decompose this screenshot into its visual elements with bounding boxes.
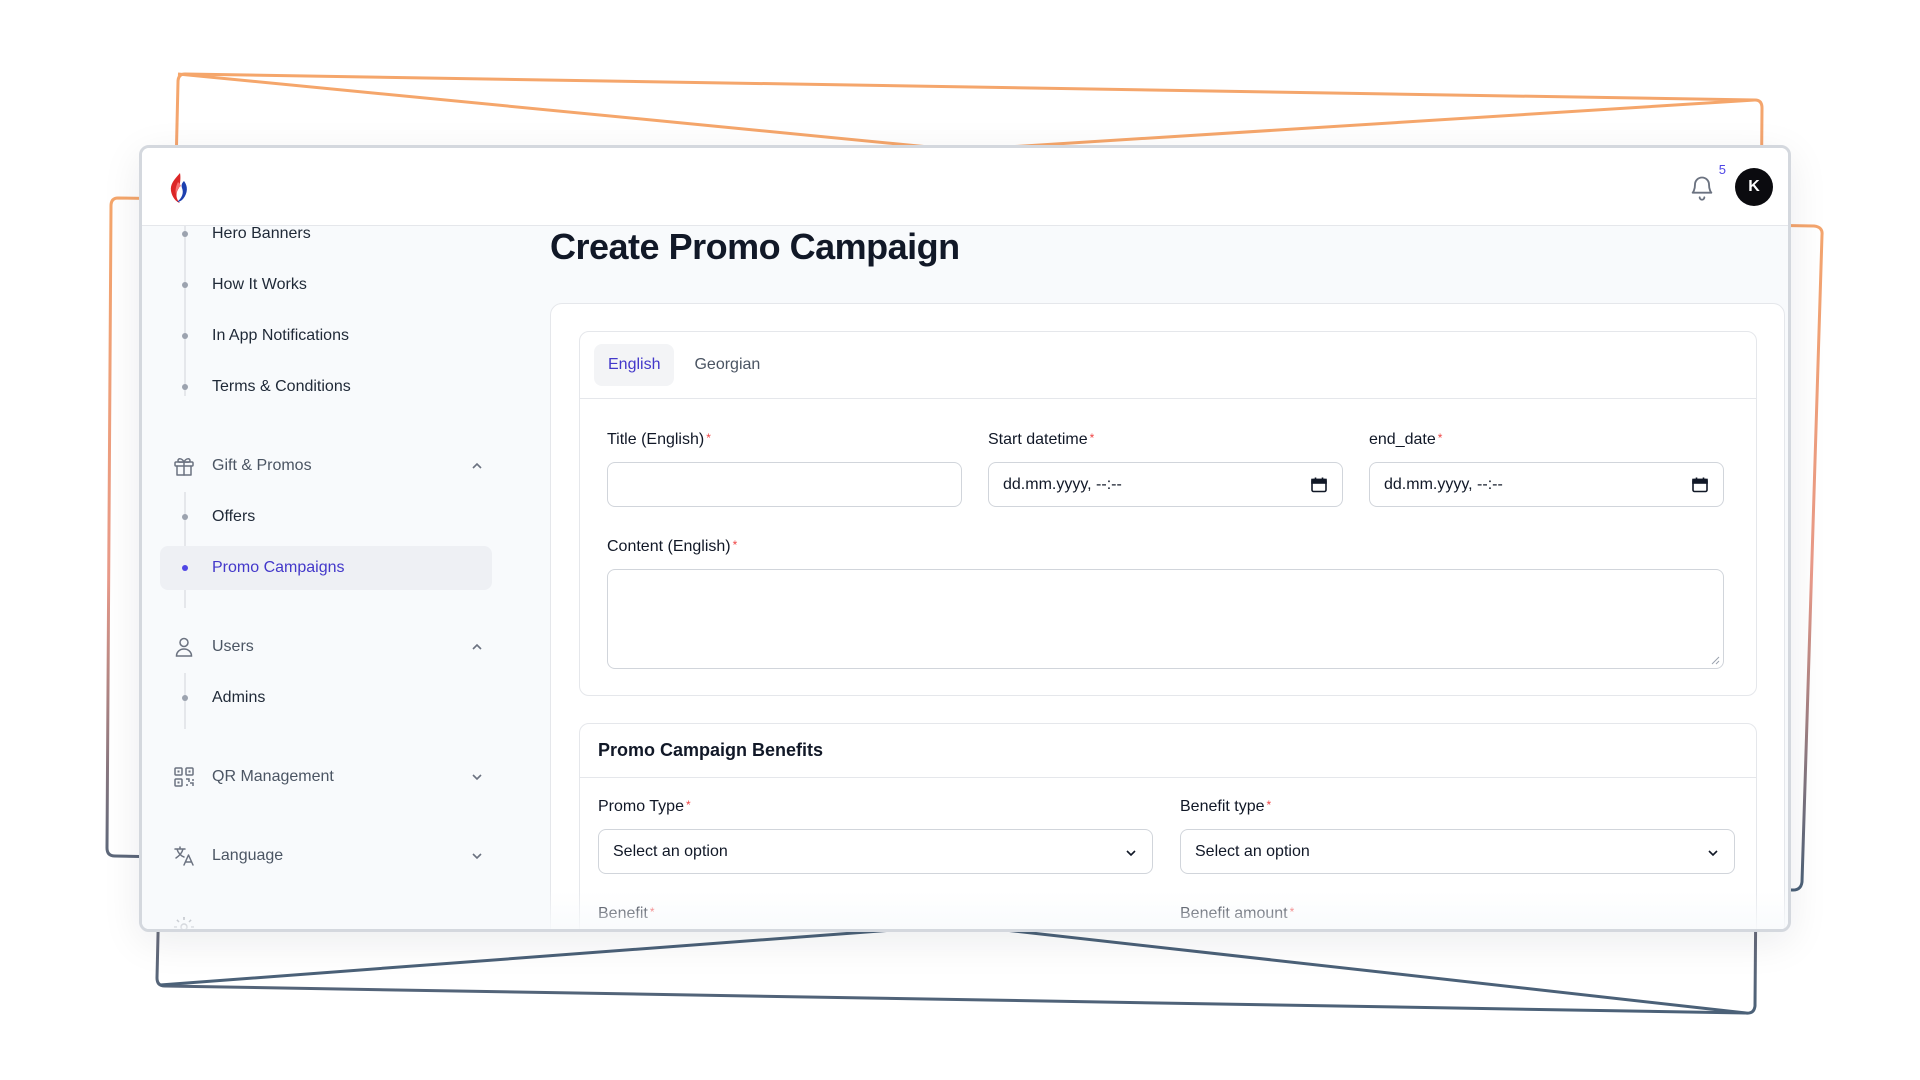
sidebar-group-users[interactable]: Users — [160, 625, 492, 669]
required-mark: * — [1266, 798, 1272, 812]
sidebar-item-label: How It Works — [212, 276, 307, 293]
sidebar-item-how-it-works[interactable]: How It Works — [160, 263, 492, 307]
chevron-down-icon — [472, 853, 482, 860]
content-field-label: Content (English) * — [607, 538, 737, 556]
sidebar-group-label: QR Management — [212, 768, 334, 785]
datetime-placeholder: dd.mm.yyyy, --:-- — [1003, 475, 1122, 493]
form-card: English Georgian Title (English) * Start … — [550, 303, 1785, 929]
sidebar-item-admins[interactable]: Admins — [160, 676, 492, 720]
benefit-label: Benefit * — [598, 905, 654, 923]
start-datetime-input[interactable]: dd.mm.yyyy, --:-- — [988, 462, 1343, 507]
benefits-card: Promo Campaign Benefits Promo Type * Sele… — [579, 723, 1757, 929]
sidebar-item-hero-banners[interactable]: Hero Banners — [160, 212, 492, 256]
user-avatar[interactable]: K — [1735, 168, 1773, 206]
datetime-placeholder: dd.mm.yyyy, --:-- — [1384, 475, 1503, 493]
bullet-dot — [182, 514, 188, 520]
bullet-dot — [182, 695, 188, 701]
bullet-dot — [182, 384, 188, 390]
bullet-dot — [182, 282, 188, 288]
label-text: Title (English) — [607, 431, 705, 448]
required-mark: * — [685, 798, 691, 812]
chevron-down-icon — [1708, 850, 1718, 857]
label-text: Benefit amount — [1180, 905, 1288, 922]
chevron-up-icon — [472, 462, 482, 469]
chevron-up-icon — [472, 643, 482, 650]
sidebar-group-qr-management[interactable]: QR Management — [160, 755, 492, 799]
label-text: Promo Type — [598, 798, 684, 815]
title-field-label: Title (English) * — [607, 431, 711, 449]
sidebar-item-terms-conditions[interactable]: Terms & Conditions — [160, 365, 492, 409]
bell-icon[interactable] — [1688, 174, 1716, 202]
bullet-dot — [182, 333, 188, 339]
main-content: Create Promo Campaign English Georgian T… — [522, 226, 1788, 929]
resize-handle-icon[interactable] — [1710, 655, 1720, 665]
required-mark: * — [649, 905, 655, 919]
sidebar-item-label: Terms & Conditions — [212, 378, 351, 395]
label-text: Benefit — [598, 905, 648, 922]
end-date-input[interactable]: dd.mm.yyyy, --:-- — [1369, 462, 1724, 507]
app-window: 5 K Hero Banners How It Works In App Not… — [139, 145, 1791, 932]
chevron-down-icon — [1126, 850, 1136, 857]
sidebar-item-label: Admins — [212, 689, 266, 706]
sidebar-item-label: Offers — [212, 508, 256, 525]
chevron-down-icon — [472, 774, 482, 781]
required-mark: * — [732, 538, 738, 552]
sidebar-group-language[interactable]: Language — [160, 834, 492, 878]
promo-type-select[interactable]: Select an option — [598, 829, 1153, 874]
end-date-label: end_date * — [1369, 431, 1442, 449]
bullet-dot — [182, 565, 188, 571]
label-text: Start datetime — [988, 431, 1088, 448]
bullet-dot — [182, 231, 188, 237]
sidebar-item-offers[interactable]: Offers — [160, 495, 492, 539]
label-text: Benefit type — [1180, 798, 1265, 815]
title-input[interactable] — [607, 462, 962, 507]
label-text: end_date — [1369, 431, 1436, 448]
benefit-type-label: Benefit type * — [1180, 798, 1271, 816]
benefit-type-select[interactable]: Select an option — [1180, 829, 1735, 874]
sidebar-item-label: In App Notifications — [212, 327, 349, 344]
brand-logo-icon[interactable] — [166, 172, 192, 204]
benefits-divider — [580, 777, 1756, 778]
start-datetime-label: Start datetime * — [988, 431, 1094, 449]
required-mark: * — [706, 431, 711, 445]
page-title: Create Promo Campaign — [550, 226, 960, 267]
sidebar-item-in-app-notifications[interactable]: In App Notifications — [160, 314, 492, 358]
gift-icon — [174, 458, 194, 476]
qr-code-icon — [174, 767, 194, 787]
benefits-title: Promo Campaign Benefits — [598, 740, 824, 760]
sidebar-group-label: Gift & Promos — [212, 457, 312, 474]
required-mark: * — [1289, 905, 1295, 919]
notification-count-badge: 5 — [1718, 162, 1726, 177]
user-icon — [175, 637, 193, 657]
required-mark: * — [1437, 431, 1443, 445]
sidebar-group-gift-promos[interactable]: Gift & Promos — [160, 444, 492, 488]
required-mark: * — [1089, 431, 1095, 445]
sidebar-item-label: Promo Campaigns — [212, 559, 345, 576]
content-textarea[interactable] — [607, 569, 1724, 669]
tabs-divider — [580, 398, 1756, 399]
sidebar-group-label: Users — [212, 638, 254, 655]
tab-georgian[interactable]: Georgian — [680, 344, 774, 386]
localized-fields-card: English Georgian Title (English) * Start … — [579, 331, 1757, 696]
calendar-icon[interactable] — [1691, 476, 1709, 494]
sidebar-group-label: Language — [212, 847, 284, 864]
gear-icon — [174, 917, 194, 929]
calendar-icon[interactable] — [1310, 476, 1328, 494]
select-placeholder: Select an option — [613, 842, 728, 860]
sidebar: Hero Banners How It Works In App Notific… — [142, 225, 522, 929]
translate-icon — [174, 846, 194, 866]
sidebar-item-promo-campaigns[interactable]: Promo Campaigns — [160, 546, 492, 590]
select-placeholder: Select an option — [1195, 842, 1310, 860]
sidebar-item-label: Hero Banners — [212, 225, 311, 242]
language-tabs: English Georgian — [594, 344, 774, 386]
promo-type-label: Promo Type * — [598, 798, 691, 816]
tab-english[interactable]: English — [594, 344, 675, 386]
benefit-amount-label: Benefit amount * — [1180, 905, 1294, 923]
label-text: Content (English) — [607, 538, 731, 555]
